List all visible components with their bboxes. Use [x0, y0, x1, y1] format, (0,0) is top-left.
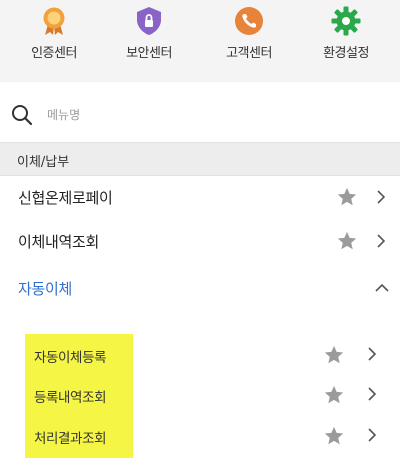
favorite-star-icon[interactable]	[323, 384, 345, 406]
menu-item-label: 이체내역조회	[18, 233, 100, 251]
menu-item-auto-transfer[interactable]: 자동이체	[0, 267, 400, 311]
chevron-right-icon[interactable]	[376, 233, 386, 249]
section-title: 이체/납부	[17, 155, 70, 170]
chevron-right-icon[interactable]	[367, 386, 377, 402]
sub-item-auto-transfer-register[interactable]: 자동이체등록	[0, 336, 400, 374]
sub-item-label: 등록내역조회	[34, 390, 107, 406]
top-item-label: 보안센터	[126, 46, 172, 61]
favorite-star-icon[interactable]	[323, 425, 345, 447]
menu-search-bar	[0, 98, 400, 134]
top-item-cert-center[interactable]: 인증센터	[4, 4, 104, 74]
top-item-label: 고객센터	[226, 46, 272, 61]
sub-item-registration-history[interactable]: 등록내역조회	[0, 376, 400, 414]
top-item-label: 인증센터	[31, 46, 77, 61]
favorite-star-icon[interactable]	[323, 344, 345, 366]
sub-item-label: 자동이체등록	[34, 350, 107, 366]
menu-item-label: 자동이체	[18, 280, 73, 298]
sub-item-processing-result[interactable]: 처리결과조회	[0, 417, 400, 455]
favorite-star-icon[interactable]	[336, 186, 358, 208]
certificate-medal-icon	[43, 7, 65, 35]
menu-item-label: 신협온제로페이	[18, 189, 113, 207]
top-item-customer-center[interactable]: 고객센터	[199, 4, 299, 74]
chevron-right-icon[interactable]	[367, 427, 377, 443]
search-input[interactable]	[47, 102, 347, 128]
security-shield-icon	[137, 7, 161, 35]
chevron-right-icon[interactable]	[376, 189, 386, 205]
top-item-label: 환경설정	[323, 46, 369, 61]
gear-icon	[331, 6, 361, 36]
phone-icon	[235, 7, 263, 35]
chevron-right-icon[interactable]	[367, 346, 377, 362]
top-shortcut-bar: 인증센터 보안센터 고객센터 환경설정	[0, 0, 400, 82]
top-item-settings[interactable]: 환경설정	[296, 4, 396, 74]
top-item-security-center[interactable]: 보안센터	[99, 4, 199, 74]
menu-item-zeropay[interactable]: 신협온제로페이	[0, 176, 400, 220]
section-header: 이체/납부	[0, 142, 400, 176]
chevron-up-icon[interactable]	[374, 283, 390, 293]
favorite-star-icon[interactable]	[336, 230, 358, 252]
sub-item-label: 처리결과조회	[34, 431, 107, 447]
menu-item-transfer-history[interactable]: 이체내역조회	[0, 220, 400, 264]
search-icon[interactable]	[11, 104, 33, 126]
